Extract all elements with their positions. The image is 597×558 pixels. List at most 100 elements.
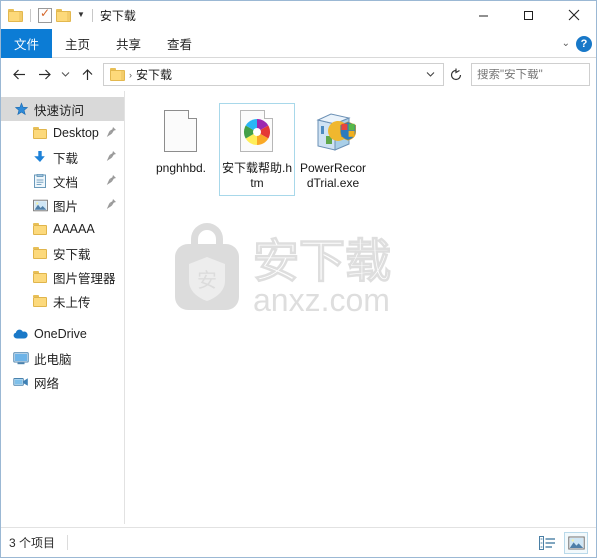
view-mode-buttons: [535, 531, 588, 554]
sidebar-item-label: 图片: [53, 199, 79, 214]
tab-file-label: 文件: [14, 38, 40, 52]
sidebar-item-downloads[interactable]: 下载: [1, 145, 124, 169]
tab-share-label: 共享: [116, 38, 142, 52]
folder-icon: [32, 125, 48, 141]
file-item[interactable]: PowerRecordTrial.exe: [295, 103, 371, 196]
folder-icon: [32, 269, 48, 285]
watermark: 安 安下载 anxz.com: [153, 219, 423, 329]
sidebar-item-label: 图片管理器: [53, 271, 116, 286]
sidebar-item-documents[interactable]: 文档: [1, 169, 124, 193]
sidebar-item-label: Desktop: [53, 126, 99, 140]
quick-access-toolbar: ▼: [8, 6, 96, 23]
navigation-pane: 快速访问 Desktop 下载 文档 图片 AAAAA 安下载 图片管理器 未上…: [1, 91, 125, 524]
html-document-icon: [233, 108, 281, 156]
sidebar-item-picture-manager[interactable]: 图片管理器: [1, 265, 124, 289]
file-item-selected[interactable]: 安下载帮助.htm: [219, 103, 295, 196]
chevron-down-icon[interactable]: ⌄: [562, 38, 570, 49]
pin-icon[interactable]: [106, 150, 118, 163]
sidebar-item-label: 下载: [53, 151, 79, 166]
sidebar-item-pictures[interactable]: 图片: [1, 193, 124, 217]
tab-home[interactable]: 主页: [52, 29, 103, 58]
sidebar-item-not-uploaded[interactable]: 未上传: [1, 289, 124, 313]
svg-text:安: 安: [197, 268, 217, 292]
details-view-button[interactable]: [535, 532, 559, 554]
sidebar-item-label: 安下载: [53, 247, 91, 262]
installer-shield-icon: [309, 108, 357, 156]
download-icon: [32, 149, 48, 165]
blank-document-icon: [157, 108, 205, 156]
sidebar-item-desktop[interactable]: Desktop: [1, 121, 124, 145]
file-item[interactable]: pnghhbd.: [143, 103, 219, 196]
maximize-button[interactable]: [506, 1, 551, 29]
recent-locations-button[interactable]: [57, 63, 74, 87]
svg-text:安下载: 安下载: [253, 234, 391, 288]
up-button[interactable]: [75, 63, 99, 87]
tab-view[interactable]: 查看: [154, 29, 205, 58]
sidebar-item-label: 网络: [34, 376, 60, 391]
documents-icon: [32, 173, 48, 189]
pin-icon[interactable]: [106, 126, 118, 139]
search-box[interactable]: [471, 63, 597, 86]
sidebar-item-label: 快速访问: [34, 103, 85, 118]
new-folder-icon[interactable]: [56, 8, 71, 22]
sidebar-item-quick-access[interactable]: 快速访问: [1, 97, 124, 121]
network-icon: [13, 374, 29, 390]
sidebar-item-label: OneDrive: [34, 327, 87, 341]
folder-icon: [32, 245, 48, 261]
tab-home-label: 主页: [65, 38, 91, 52]
sidebar-item-network[interactable]: 网络: [1, 370, 124, 394]
tab-view-label: 查看: [167, 38, 193, 52]
help-icon[interactable]: ?: [576, 35, 592, 52]
this-pc-icon: [13, 350, 29, 366]
onedrive-cloud-icon: [13, 326, 29, 342]
toolbar-divider-2: [91, 8, 93, 22]
large-icons-view-button[interactable]: [564, 531, 588, 554]
ribbon-right-controls: ⌄ ?: [562, 29, 592, 58]
sidebar-item-label: AAAAA: [53, 222, 95, 236]
folder-icon: [32, 221, 48, 237]
search-input[interactable]: [477, 68, 597, 81]
file-explorer-window: ▼ 安下载 文件 主页 共享 查看 ⌄: [0, 0, 597, 558]
pin-icon[interactable]: [106, 198, 118, 211]
sidebar-item-label: 文档: [53, 175, 79, 190]
folder-icon: [32, 293, 48, 309]
minimize-button[interactable]: [461, 1, 506, 29]
tab-file[interactable]: 文件: [1, 29, 53, 58]
sidebar-item-label: 未上传: [53, 295, 91, 310]
sidebar-item-label: 此电脑: [34, 352, 72, 367]
close-button[interactable]: [551, 1, 596, 29]
properties-icon[interactable]: [38, 6, 52, 23]
svg-text:anxz.com: anxz.com: [253, 282, 390, 318]
refresh-button[interactable]: [445, 63, 466, 86]
breadcrumb-current-folder[interactable]: 安下载: [136, 66, 172, 83]
file-grid: pnghhbd. 安下载帮助.htm PowerRecordTrial.exe: [125, 91, 596, 196]
folder-icon[interactable]: [8, 8, 23, 22]
sidebar-item-onedrive[interactable]: OneDrive: [1, 322, 124, 346]
star-pin-icon: [13, 101, 29, 117]
toolbar-divider: [30, 8, 31, 22]
sidebar-item-this-pc[interactable]: 此电脑: [1, 346, 124, 370]
window-title: 安下载: [99, 8, 136, 23]
pictures-icon: [32, 197, 48, 213]
status-divider: [67, 535, 69, 550]
address-bar: › 安下载: [1, 58, 597, 91]
chevron-down-icon[interactable]: ▼: [77, 11, 85, 19]
file-name-label: PowerRecordTrial.exe: [299, 161, 367, 190]
breadcrumb-dropdown-icon[interactable]: [421, 70, 440, 80]
sidebar-item-anxiazai[interactable]: 安下载: [1, 241, 124, 265]
title-bar: ▼ 安下载: [1, 1, 596, 29]
folder-icon: [110, 68, 125, 81]
file-name-label: 安下载帮助.htm: [222, 161, 293, 190]
file-name-label: pnghhbd.: [155, 161, 207, 175]
ribbon-tab-bar: 文件 主页 共享 查看 ⌄ ?: [1, 29, 596, 58]
sidebar-item-aaaaa[interactable]: AAAAA: [1, 217, 124, 241]
pin-icon[interactable]: [106, 174, 118, 187]
breadcrumb[interactable]: › 安下载: [103, 63, 444, 86]
forward-button[interactable]: [32, 63, 56, 87]
status-bar: 3 个项目: [1, 527, 596, 557]
back-button[interactable]: [7, 63, 31, 87]
explorer-body: 快速访问 Desktop 下载 文档 图片 AAAAA 安下载 图片管理器 未上…: [1, 91, 596, 524]
breadcrumb-separator: ›: [129, 69, 132, 80]
tab-share[interactable]: 共享: [103, 29, 154, 58]
file-list-view[interactable]: pnghhbd. 安下载帮助.htm PowerRecordTrial.exe …: [125, 91, 596, 524]
